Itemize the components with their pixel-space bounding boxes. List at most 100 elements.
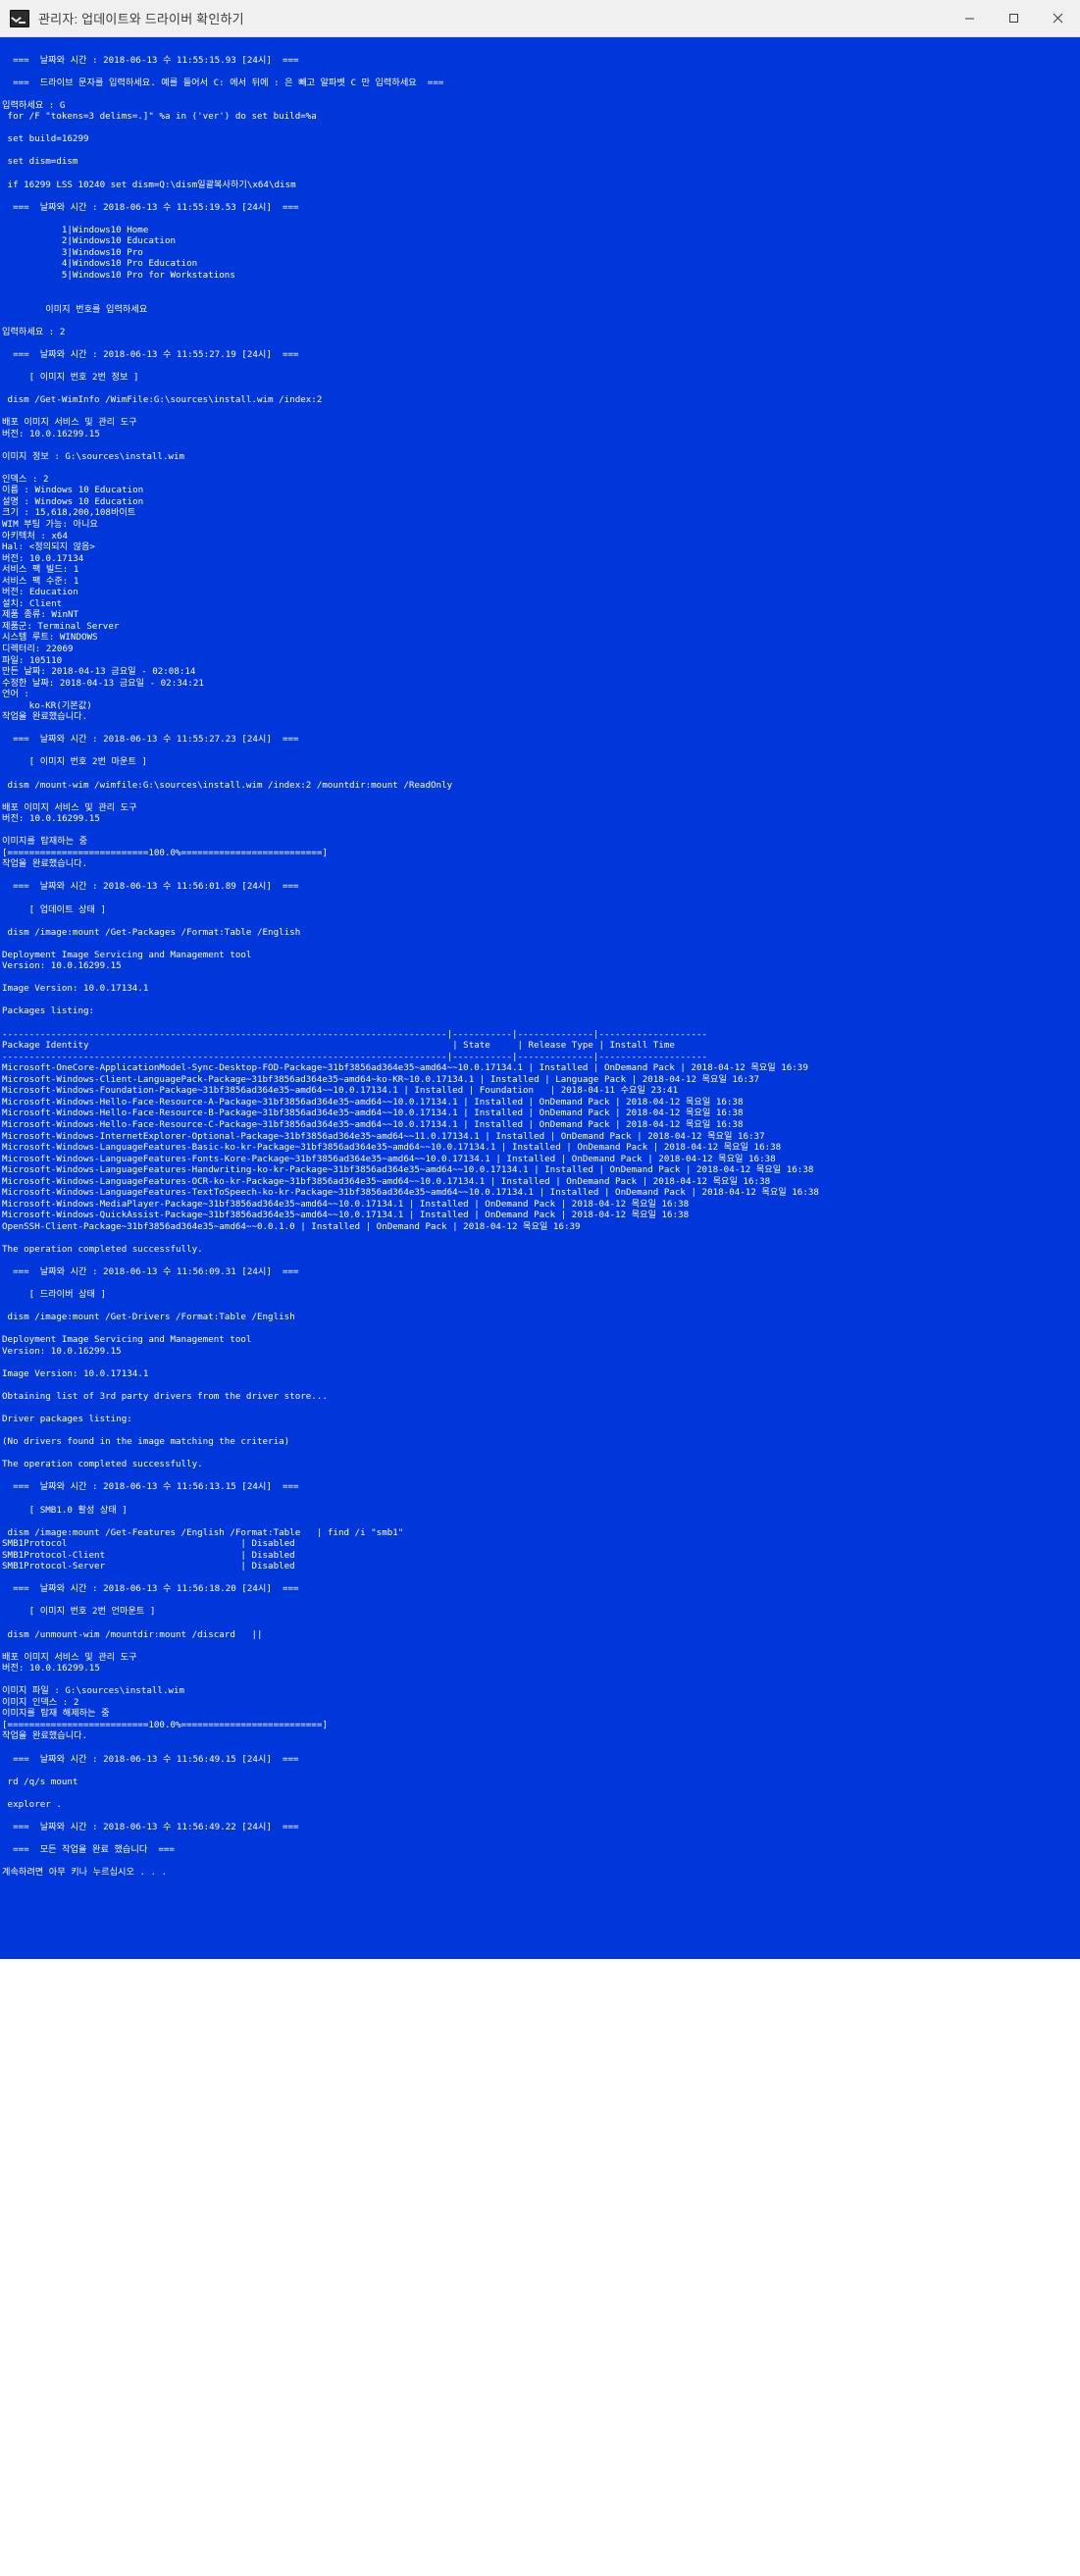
console-line: Image Version: 10.0.17134.1 (2, 1367, 149, 1379)
console-line: 파일: 105110 (2, 654, 63, 666)
console-line: Microsoft-Windows-LanguageFeatures-OCR-k… (2, 1175, 771, 1187)
console-line: 배포 이미지 서비스 및 관리 도구 (2, 801, 137, 813)
console-line: set build=16299 (2, 133, 89, 145)
console-text: === 날짜와 시간 : 2018-06-13 수 11:55:15.93 [2… (0, 37, 1080, 1879)
console-line: 설치: Client (2, 597, 63, 609)
console-line: Package Identity | State | Release Type … (2, 1040, 675, 1052)
console-line: === 날짜와 시간 : 2018-06-13 수 11:56:01.89 [2… (2, 881, 299, 893)
console-line: 4|Windows10 Pro Education (2, 258, 198, 270)
maximize-icon (1009, 14, 1018, 23)
console-line: 버전: 10.0.16299.15 (2, 1663, 100, 1674)
console-line: dism /Get-WimInfo /WimFile:G:\sources\in… (2, 393, 323, 405)
console-line: Microsoft-Windows-LanguageFeatures-Handw… (2, 1164, 814, 1176)
console-line: 버전: Education (2, 587, 78, 598)
console-line: Microsoft-Windows-LanguageFeatures-TextT… (2, 1187, 819, 1199)
console-line: 이미지 번호를 입력하세요 (2, 303, 148, 315)
maximize-button[interactable] (992, 0, 1036, 36)
console-line: [==========================100.0%=======… (2, 1719, 328, 1730)
console-line: === 날짜와 시간 : 2018-06-13 수 11:55:27.19 [2… (2, 348, 299, 360)
console-line: 이미지를 탑재 해제하는 중 (2, 1708, 110, 1720)
console-line: 수정한 날짜: 2018-04-13 금요일 - 02:34:21 (2, 677, 204, 689)
console-line: 배포 이미지 서비스 및 관리 도구 (2, 417, 137, 429)
console-line: === 날짜와 시간 : 2018-06-13 수 11:56:49.22 [2… (2, 1821, 299, 1832)
console-line: Microsoft-Windows-LanguageFeatures-Fonts… (2, 1153, 776, 1164)
console-bottom-padding (0, 1878, 1080, 1959)
window-title: 관리자: 업데이트와 드라이버 확인하기 (38, 12, 244, 26)
console-line: Image Version: 10.0.17134.1 (2, 983, 149, 995)
console-line: explorer . (2, 1798, 62, 1810)
console-line: dism /image:mount /Get-Drivers /Format:T… (2, 1312, 295, 1323)
console-line: === 날짜와 시간 : 2018-06-13 수 11:55:19.53 [2… (2, 201, 299, 213)
console-line: 5|Windows10 Pro for Workstations (2, 269, 235, 281)
console-line: === 모든 작업을 완료 했습니다 === (2, 1843, 175, 1855)
console-line: 배포 이미지 서비스 및 관리 도구 (2, 1651, 137, 1663)
console-line: dism /image:mount /Get-Features /English… (2, 1526, 404, 1538)
console-line: Microsoft-Windows-InternetExplorer-Optio… (2, 1130, 765, 1142)
console-output-area[interactable]: === 날짜와 시간 : 2018-06-13 수 11:55:15.93 [2… (0, 37, 1080, 1959)
minimize-icon (965, 18, 974, 20)
title-bar[interactable]: 관리자: 업데이트와 드라이버 확인하기 (0, 0, 1080, 37)
console-line: Version: 10.0.16299.15 (2, 1345, 122, 1357)
console-line: Microsoft-Windows-QuickAssist-Package~31… (2, 1210, 690, 1221)
console-line: 아키텍처 : x64 (2, 530, 68, 541)
console-line: 시스템 루트: WINDOWS (2, 632, 98, 644)
console-line: [==========================100.0%=======… (2, 847, 328, 858)
console-line: 디렉터리: 22069 (2, 643, 74, 654)
console-line: === 날짜와 시간 : 2018-06-13 수 11:56:18.20 [2… (2, 1583, 299, 1595)
console-line: [ 드라이버 상태 ] (2, 1289, 107, 1301)
console-line: 크기 : 15,618,200,108바이트 (2, 507, 136, 519)
console-line: 인덱스 : 2 (2, 473, 49, 485)
console-line: 입력하세요 : G (2, 99, 66, 111)
close-icon (1053, 13, 1063, 24)
console-line: Driver packages listing: (2, 1414, 132, 1425)
console-line: === 날짜와 시간 : 2018-06-13 수 11:56:09.31 [2… (2, 1266, 299, 1278)
console-line: if 16299 LSS 10240 set dism=Q:\dism일괄복사하… (2, 179, 296, 190)
console-line: === 날짜와 시간 : 2018-06-13 수 11:56:13.15 [2… (2, 1481, 299, 1493)
console-line: 이미지 정보 : G:\sources\install.wim (2, 450, 185, 462)
console-line: dism /image:mount /Get-Packages /Format:… (2, 926, 301, 938)
console-line: Hal: <정의되지 않음> (2, 541, 95, 553)
console-line: ----------------------------------------… (2, 1051, 708, 1062)
console-line: 서비스 팩 수준: 1 (2, 575, 79, 587)
console-line: dism /mount-wim /wimfile:G:\sources\inst… (2, 779, 453, 791)
console-line: 제품 종류: WinNT (2, 609, 79, 621)
close-button[interactable] (1036, 0, 1080, 36)
console-line: === 날짜와 시간 : 2018-06-13 수 11:55:27.23 [2… (2, 734, 299, 746)
console-line: 작업을 완료했습니다. (2, 858, 88, 870)
console-line: 언어 : (2, 689, 29, 700)
console-line: 3|Windows10 Pro (2, 246, 143, 258)
console-line: 이미지를 탑재하는 중 (2, 836, 88, 848)
console-line: SMB1Protocol-Client | Disabled (2, 1549, 295, 1561)
console-line: 작업을 완료했습니다. (2, 711, 88, 723)
console-line: Deployment Image Servicing and Managemen… (2, 1334, 252, 1346)
console-line: 만든 날짜: 2018-04-13 금요일 - 02:08:14 (2, 666, 196, 678)
console-line: ko-KR(기본값) (2, 699, 92, 711)
console-line: SMB1Protocol | Disabled (2, 1538, 295, 1550)
minimize-button[interactable] (948, 0, 992, 36)
